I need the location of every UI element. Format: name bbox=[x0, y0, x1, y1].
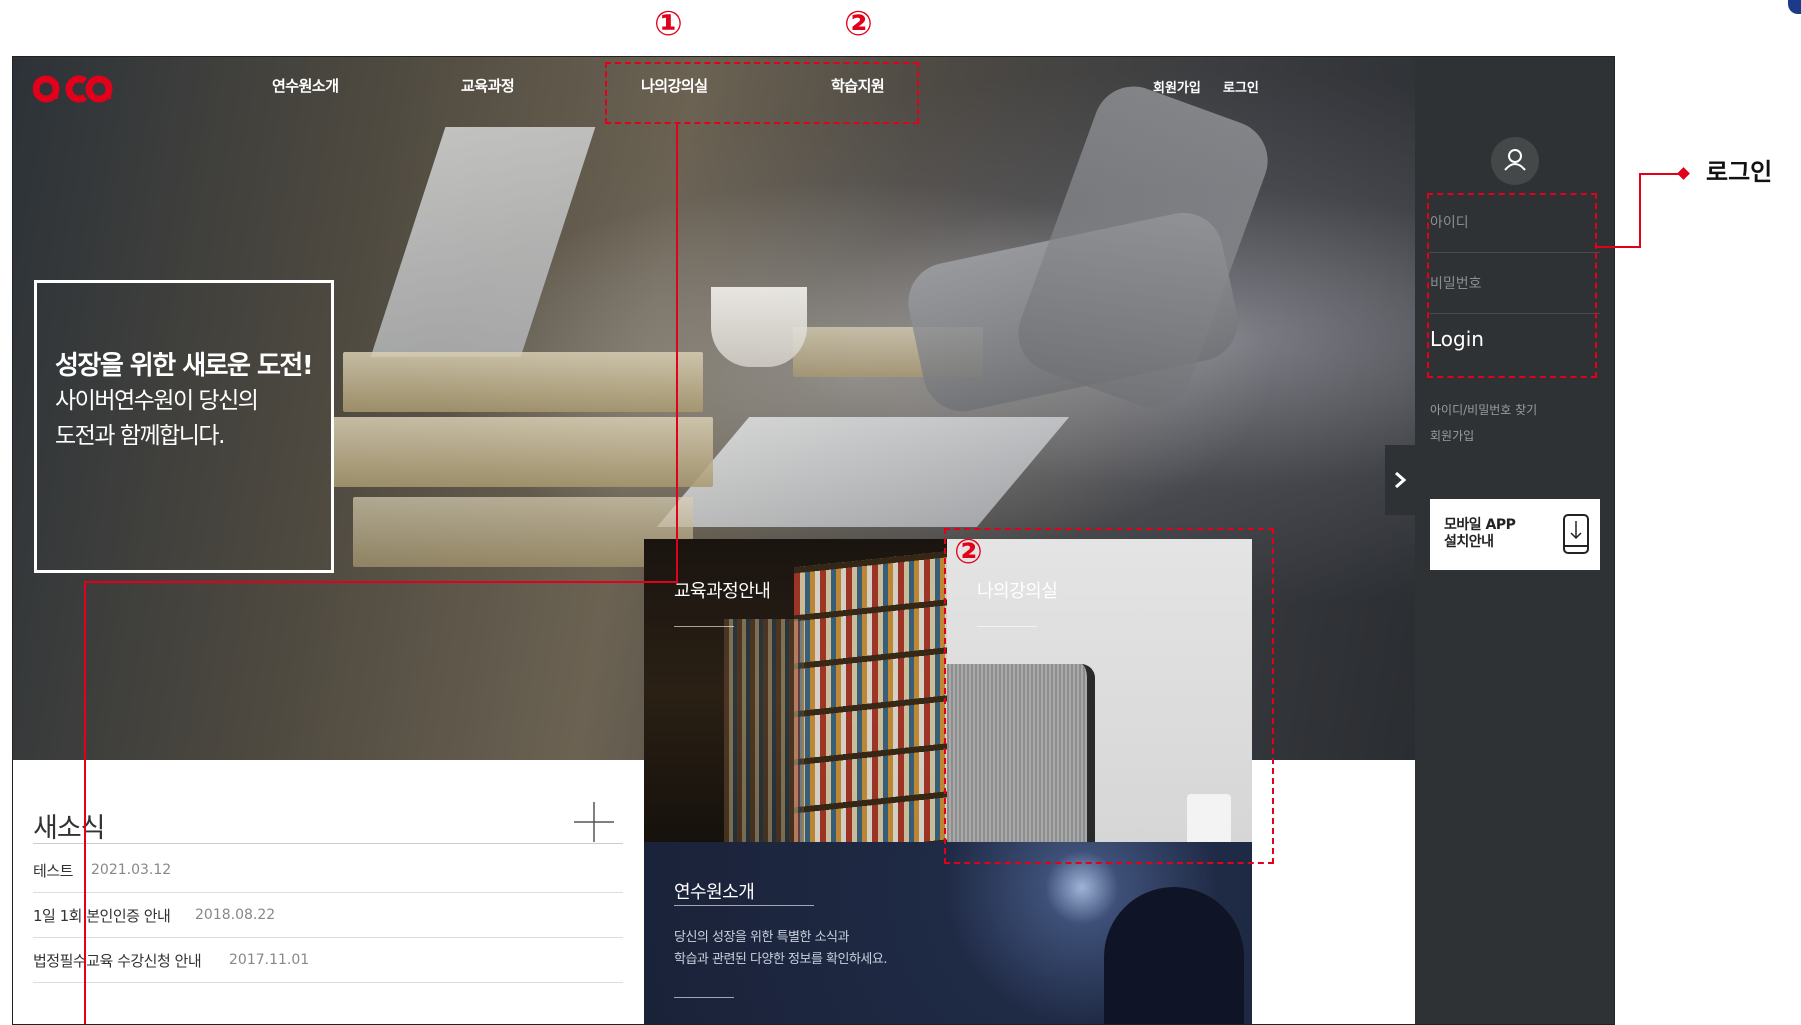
laptop-base-decor bbox=[656, 417, 1070, 527]
book-stack-decor-3 bbox=[353, 497, 693, 567]
nav-item-intro[interactable]: 연수원소개 bbox=[272, 75, 339, 96]
news-item-title: 테스트 bbox=[33, 862, 73, 880]
annotation-box-login bbox=[1427, 193, 1597, 378]
plus-icon[interactable] bbox=[574, 802, 614, 842]
nav-item-courses[interactable]: 교육과정 bbox=[461, 75, 515, 96]
annotation-arrow-dot bbox=[1677, 167, 1690, 180]
bookshelf-decor-left bbox=[724, 619, 804, 842]
corner-mark bbox=[1788, 0, 1801, 14]
logo-icon bbox=[32, 75, 113, 103]
laptop-decor bbox=[370, 127, 596, 357]
sidebar-toggle[interactable] bbox=[1385, 445, 1415, 515]
news-divider bbox=[33, 843, 623, 844]
annotation-login-connector-h bbox=[1639, 173, 1681, 175]
slogan-line-2: 도전과 함께합니다. bbox=[55, 423, 225, 449]
slogan-subtitle: 사이버연수원이 당신의 도전과 함께합니다. bbox=[55, 384, 259, 454]
annotation-line-down bbox=[84, 581, 86, 1024]
tile-intro[interactable]: 연수원소개 당신의 성장을 위한 특별한 소식과 학습과 관련된 다양한 정보를… bbox=[644, 842, 1252, 1024]
tile-intro-desc: 당신의 성장을 위한 특별한 소식과 학습과 관련된 다양한 정보를 확인하세요… bbox=[674, 927, 887, 971]
chevron-right-icon bbox=[1395, 471, 1407, 489]
annotation-login-connector bbox=[1597, 246, 1639, 248]
site-logo[interactable]: aca bbox=[32, 67, 113, 111]
find-account-link[interactable]: 아이디/비밀번호 찾기 bbox=[1430, 401, 1537, 418]
mobile-app-line-2: 설치안내 bbox=[1444, 534, 1494, 550]
news-item-date: 2021.03.12 bbox=[91, 862, 172, 878]
news-item-date: 2018.08.22 bbox=[195, 907, 276, 923]
news-title: 새소식 bbox=[33, 813, 106, 844]
bookshelf-decor bbox=[794, 550, 947, 842]
news-item-title: 법정필수교육 수강신청 안내 bbox=[33, 952, 202, 970]
tile-underline bbox=[674, 997, 734, 998]
join-link[interactable]: 회원가입 bbox=[1153, 77, 1201, 96]
slogan-line-1: 사이버연수원이 당신의 bbox=[55, 388, 259, 414]
annotation-line-horizontal bbox=[84, 581, 678, 583]
tile-underline bbox=[674, 905, 814, 906]
annotation-login-label: 로그인 bbox=[1706, 158, 1773, 186]
tile-course-guide[interactable]: 교육과정안내 bbox=[644, 539, 947, 842]
tile-underline bbox=[674, 626, 734, 627]
news-item-title: 1일 1회 본인인증 안내 bbox=[33, 907, 171, 925]
news-item[interactable]: 법정필수교육 수강신청 안내 2017.11.01 bbox=[33, 938, 623, 983]
page-frame: aca 연수원소개 교육과정 나의강의실 학습지원 회원가입 로그인 성장을 위… bbox=[12, 56, 1615, 1025]
annotation-box-classroom-tile bbox=[944, 528, 1274, 864]
avatar bbox=[1491, 137, 1539, 185]
annotation-number-2: ② bbox=[844, 4, 873, 44]
annotation-line-vertical bbox=[676, 124, 678, 582]
news-item-date: 2017.11.01 bbox=[229, 952, 310, 968]
arm-decor-2 bbox=[1007, 75, 1279, 419]
news-item[interactable]: 테스트 2021.03.12 bbox=[33, 848, 623, 893]
tile-intro-line-2: 학습과 관련된 다양한 정보를 확인하세요. bbox=[674, 952, 887, 967]
coffee-cup-decor bbox=[711, 287, 807, 367]
graduate-silhouette-decor bbox=[1104, 887, 1244, 1024]
mobile-app-button[interactable]: 모바일 APP 설치안내 bbox=[1430, 499, 1600, 570]
annotation-box-nav bbox=[605, 62, 919, 124]
sidebar-join-link[interactable]: 회원가입 bbox=[1430, 427, 1474, 444]
annotation-number-1: ① bbox=[654, 4, 683, 44]
news-item[interactable]: 1일 1회 본인인증 안내 2018.08.22 bbox=[33, 893, 623, 938]
login-link[interactable]: 로그인 bbox=[1223, 77, 1259, 96]
book-stack-decor-2 bbox=[333, 417, 713, 487]
slogan-box: 성장을 위한 새로운 도전! 사이버연수원이 당신의 도전과 함께합니다. bbox=[34, 280, 334, 573]
mobile-app-text: 모바일 APP 설치안내 bbox=[1444, 517, 1516, 551]
mobile-app-line-1: 모바일 APP bbox=[1444, 517, 1516, 533]
book-stack-decor bbox=[343, 352, 703, 412]
tile-intro-title: 연수원소개 bbox=[674, 882, 755, 903]
tile-course-guide-label: 교육과정안내 bbox=[674, 581, 771, 602]
slogan-title: 성장을 위한 새로운 도전! bbox=[55, 351, 314, 381]
mobile-download-icon bbox=[1563, 514, 1589, 554]
annotation-login-connector-v bbox=[1639, 173, 1641, 248]
tile-intro-line-1: 당신의 성장을 위한 특별한 소식과 bbox=[674, 930, 849, 945]
user-icon bbox=[1504, 149, 1526, 171]
